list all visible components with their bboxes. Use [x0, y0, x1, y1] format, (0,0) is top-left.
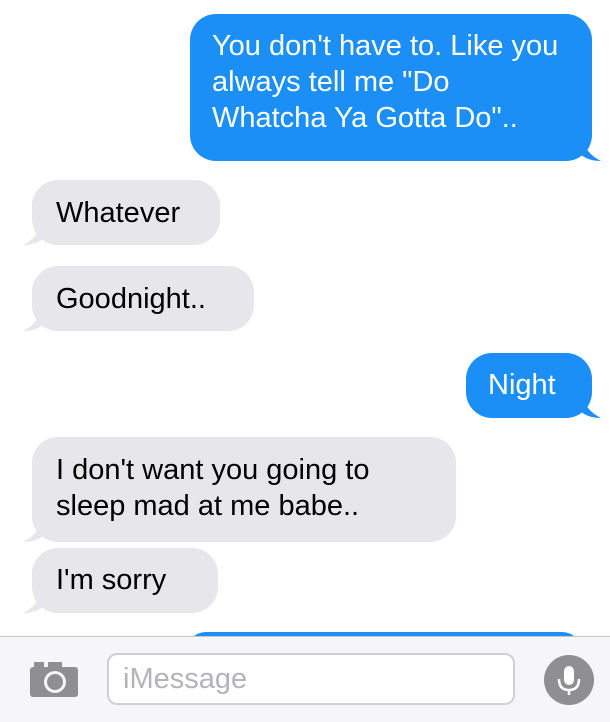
- message-text: I don't want you going to sleep mad at m…: [56, 454, 370, 522]
- message-thread[interactable]: You don't have to. Like you always tell …: [0, 0, 610, 640]
- bubble-tail: [23, 520, 45, 542]
- message-text: I'm sorry: [56, 564, 167, 596]
- camera-button[interactable]: [28, 659, 80, 699]
- bubble-tail: [23, 591, 45, 613]
- camera-icon: [30, 662, 78, 697]
- bubble-tail: [23, 309, 45, 331]
- bubble-tail: [579, 139, 601, 161]
- received-message-bubble[interactable]: Goodnight..: [23, 266, 254, 331]
- sent-message-bubble[interactable]: You don't have to. Like you always tell …: [190, 14, 601, 161]
- sent-message-bubble[interactable]: Night: [466, 353, 601, 418]
- imessage-input[interactable]: [107, 653, 515, 705]
- bubble-tail: [23, 223, 45, 245]
- microphone-button[interactable]: [544, 655, 594, 705]
- microphone-icon: [557, 666, 581, 695]
- message-text: Goodnight..: [56, 283, 206, 315]
- received-message-bubble[interactable]: Whatever: [23, 180, 220, 245]
- received-message-bubble[interactable]: I'm sorry: [23, 548, 218, 613]
- message-text: Night: [488, 369, 556, 401]
- received-message-bubble[interactable]: I don't want you going to sleep mad at m…: [23, 437, 456, 542]
- message-text: You don't have to. Like you always tell …: [212, 30, 559, 134]
- message-input-bar: [0, 636, 610, 722]
- bubble-tail: [579, 396, 601, 418]
- message-text: Whatever: [56, 197, 181, 229]
